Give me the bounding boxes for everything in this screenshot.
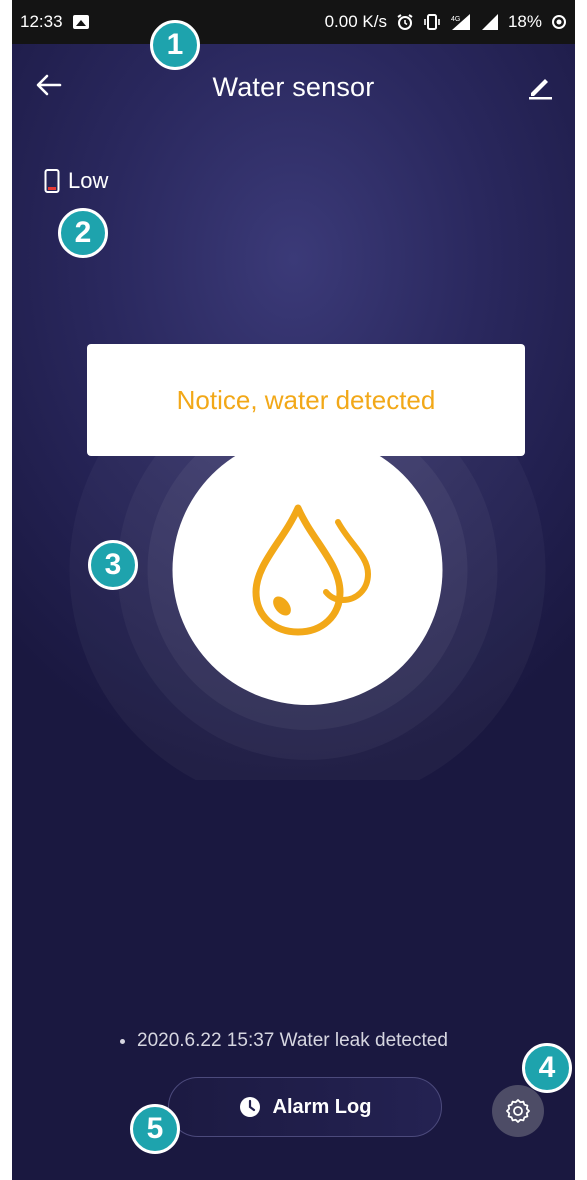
status-bar: 12:33 0.00 K/s 4G 18%: [12, 0, 575, 44]
callout-badge-4: 4: [522, 1043, 572, 1093]
latest-log-entry: 2020.6.22 15:37 Water leak detected: [120, 1030, 448, 1052]
callout-badge-2: 2: [58, 208, 108, 258]
alert-message: Notice, water detected: [176, 384, 436, 415]
page-title: Water sensor: [212, 72, 375, 102]
battery-status: Low: [44, 168, 108, 194]
svg-text:4G: 4G: [451, 16, 460, 23]
signal-icon: [481, 14, 498, 30]
settings-button[interactable]: [492, 1085, 544, 1137]
bubble-tail: [287, 455, 323, 475]
log-entry-text: 2020.6.22 15:37 Water leak detected: [137, 1030, 448, 1051]
gear-icon: [506, 1099, 530, 1123]
callout-badge-5: 5: [130, 1104, 180, 1154]
battery-level-label: Low: [68, 168, 109, 193]
battery-percent: 18%: [507, 12, 542, 31]
signal-4g-icon: 4G: [451, 14, 470, 30]
pencil-icon[interactable]: [524, 70, 556, 102]
battery-icon: [44, 169, 60, 193]
status-right: 0.00 K/s 4G 18%: [325, 12, 567, 32]
sync-icon: [552, 15, 566, 29]
network-speed: 0.00 K/s: [324, 12, 387, 31]
alarm-clock-icon: [397, 14, 413, 30]
log-bullet: [120, 1038, 125, 1044]
app-header: Water sensor: [12, 56, 575, 116]
image-notification-icon: [72, 15, 89, 29]
phone-screen: 12:33 0.00 K/s 4G 18% Water sensor Low N…: [12, 0, 575, 1180]
clock-icon: [239, 1097, 260, 1117]
water-drops-icon: [252, 504, 372, 636]
alarm-log-button[interactable]: Alarm Log: [168, 1077, 442, 1137]
callout-badge-1: 1: [150, 20, 200, 70]
alert-bubble: Notice, water detected: [87, 344, 525, 456]
status-time: 12:33: [20, 12, 63, 31]
alarm-log-label: Alarm Log: [272, 1095, 372, 1118]
callout-badge-3: 3: [88, 540, 138, 590]
vibrate-icon: [424, 14, 440, 30]
